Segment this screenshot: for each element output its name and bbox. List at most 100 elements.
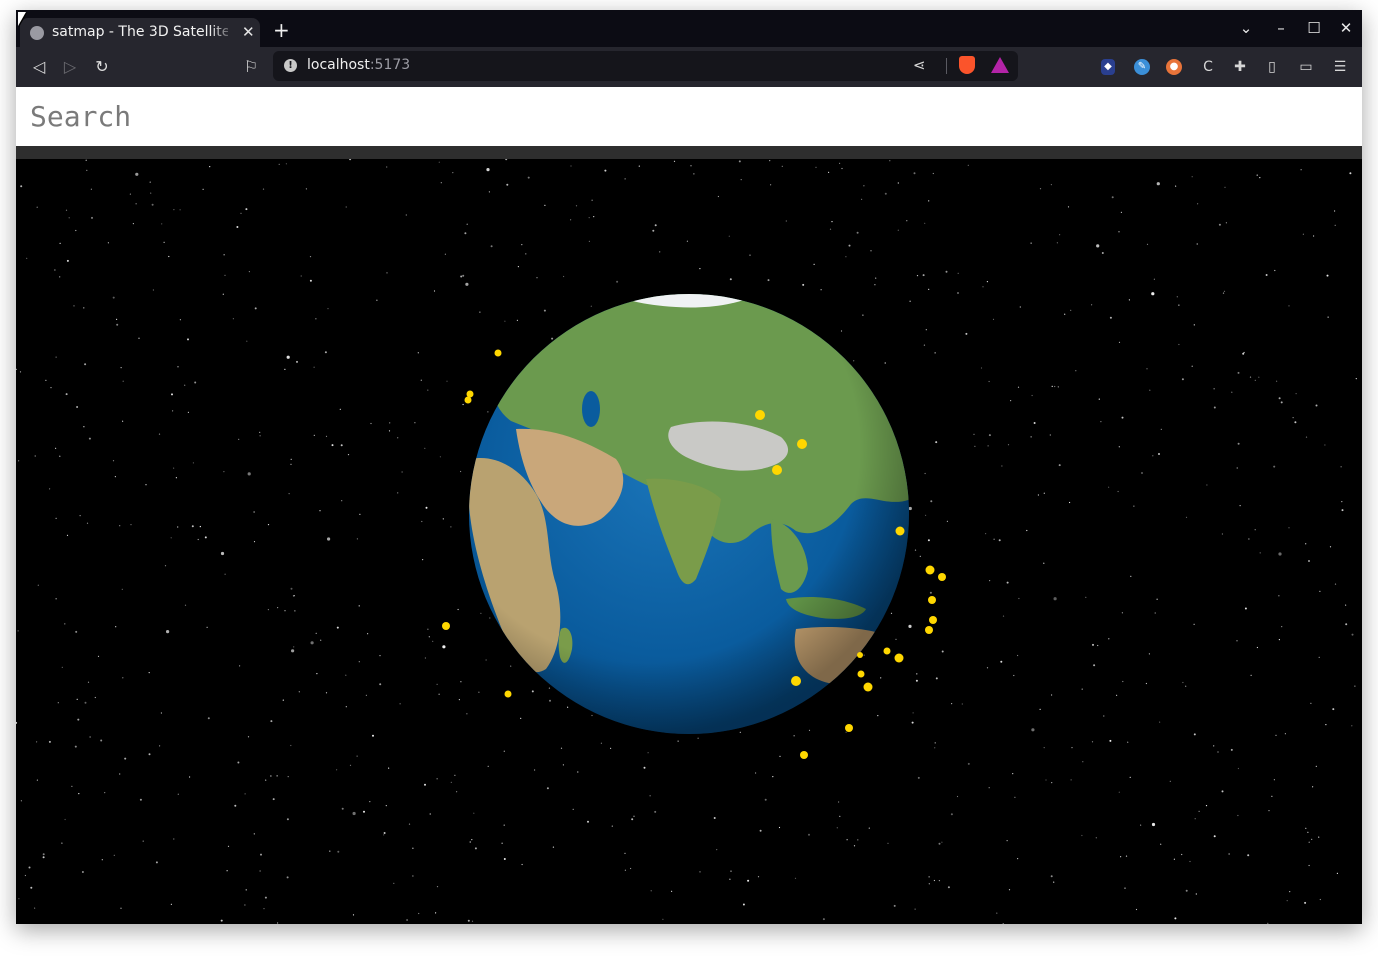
- star: [934, 747, 936, 749]
- forward-icon[interactable]: ▷: [59, 56, 81, 78]
- brave-shields-icon[interactable]: [959, 56, 975, 74]
- satellite-marker[interactable]: [504, 690, 512, 698]
- star: [772, 776, 774, 778]
- minimize-icon[interactable]: –: [1271, 20, 1291, 36]
- star: [1222, 292, 1225, 294]
- satellite-marker[interactable]: [883, 647, 891, 655]
- tab-satmap[interactable]: satmap - The 3D Satellite Map ✕: [20, 18, 260, 47]
- star: [1091, 304, 1093, 306]
- star: [919, 555, 921, 557]
- sidebar-icon[interactable]: ▯: [1262, 57, 1282, 77]
- star: [34, 455, 36, 457]
- star: [379, 683, 382, 686]
- globe-scene-canvas[interactable]: [16, 159, 1362, 924]
- star: [1085, 596, 1087, 598]
- search-divider: [16, 146, 1362, 159]
- wallet-icon[interactable]: ▭: [1296, 57, 1316, 77]
- satellite-marker[interactable]: [791, 676, 801, 686]
- star: [462, 274, 465, 277]
- star: [1017, 386, 1020, 388]
- close-tab-icon[interactable]: ✕: [242, 23, 255, 41]
- extension-gray-icon[interactable]: C: [1198, 57, 1218, 77]
- star: [296, 360, 298, 363]
- bookmark-icon[interactable]: ⚐: [240, 56, 262, 78]
- star: [432, 640, 434, 642]
- satellite-marker[interactable]: [863, 682, 873, 692]
- star: [785, 220, 787, 222]
- star: [464, 232, 467, 235]
- star: [933, 879, 936, 882]
- satellite-marker[interactable]: [925, 565, 935, 575]
- satellite-marker[interactable]: [797, 439, 807, 449]
- star: [503, 824, 505, 826]
- star: [1254, 379, 1256, 381]
- satellite-marker[interactable]: [928, 596, 936, 604]
- search-input[interactable]: [16, 87, 1362, 146]
- star: [207, 717, 210, 720]
- satellite-marker[interactable]: [938, 573, 946, 581]
- star: [913, 172, 916, 175]
- satellite-marker[interactable]: [925, 626, 933, 634]
- maximize-icon[interactable]: ☐: [1304, 20, 1324, 36]
- star: [83, 426, 85, 428]
- earth-globe: [469, 294, 909, 734]
- satellite-marker[interactable]: [442, 622, 450, 630]
- bitwarden-extension-icon[interactable]: ◆: [1101, 59, 1115, 75]
- star: [1280, 401, 1283, 404]
- menu-icon[interactable]: ☰: [1330, 57, 1350, 77]
- star: [132, 223, 134, 225]
- satellite-marker[interactable]: [466, 390, 474, 398]
- star: [1096, 244, 1100, 248]
- star: [369, 801, 371, 803]
- tab-list-chevron-icon[interactable]: ⌄: [1236, 20, 1256, 36]
- star: [226, 870, 228, 872]
- star: [1058, 464, 1061, 467]
- star: [1206, 484, 1208, 486]
- star: [1205, 805, 1208, 807]
- star: [616, 280, 619, 283]
- star: [1276, 380, 1278, 382]
- satellite-marker[interactable]: [845, 724, 853, 732]
- satellite-marker[interactable]: [464, 396, 472, 404]
- back-icon[interactable]: ◁: [28, 56, 50, 78]
- satellite-marker[interactable]: [494, 349, 502, 357]
- brave-rewards-icon[interactable]: [991, 57, 1009, 73]
- satellite-marker[interactable]: [857, 652, 863, 658]
- extension-fox-icon[interactable]: ●: [1166, 59, 1182, 75]
- satellite-marker[interactable]: [800, 751, 808, 759]
- star: [189, 776, 191, 778]
- star: [1148, 653, 1150, 655]
- star: [124, 757, 127, 760]
- satellite-marker[interactable]: [755, 410, 765, 420]
- star: [36, 779, 38, 781]
- url-text[interactable]: localhost:5173: [307, 57, 410, 74]
- new-tab-icon[interactable]: +: [273, 20, 290, 40]
- reload-icon[interactable]: ↻: [91, 56, 113, 78]
- star: [980, 367, 983, 369]
- site-info-icon[interactable]: !: [284, 59, 297, 72]
- satellite-marker[interactable]: [929, 616, 937, 624]
- satellite-marker[interactable]: [857, 670, 865, 678]
- url-bar[interactable]: ! localhost:5173 ⋖: [273, 51, 1018, 81]
- share-icon[interactable]: ⋖: [913, 56, 926, 74]
- extension-blue-icon[interactable]: ✎: [1134, 59, 1150, 75]
- star: [1002, 615, 1005, 617]
- star: [1273, 465, 1276, 468]
- star: [1231, 391, 1233, 393]
- star: [1182, 681, 1184, 684]
- satellite-marker[interactable]: [772, 465, 782, 475]
- globe-scene[interactable]: [16, 159, 1362, 924]
- satellite-marker[interactable]: [895, 526, 905, 536]
- star: [184, 604, 187, 606]
- star: [1294, 421, 1297, 424]
- star: [988, 380, 990, 383]
- extensions-puzzle-icon[interactable]: ✚: [1230, 57, 1250, 77]
- star: [191, 525, 194, 528]
- satellite-marker[interactable]: [894, 653, 904, 663]
- star: [993, 538, 995, 540]
- star: [76, 406, 79, 408]
- star: [438, 693, 440, 695]
- star: [938, 880, 941, 882]
- close-window-icon[interactable]: ✕: [1336, 20, 1356, 36]
- star: [1118, 446, 1120, 448]
